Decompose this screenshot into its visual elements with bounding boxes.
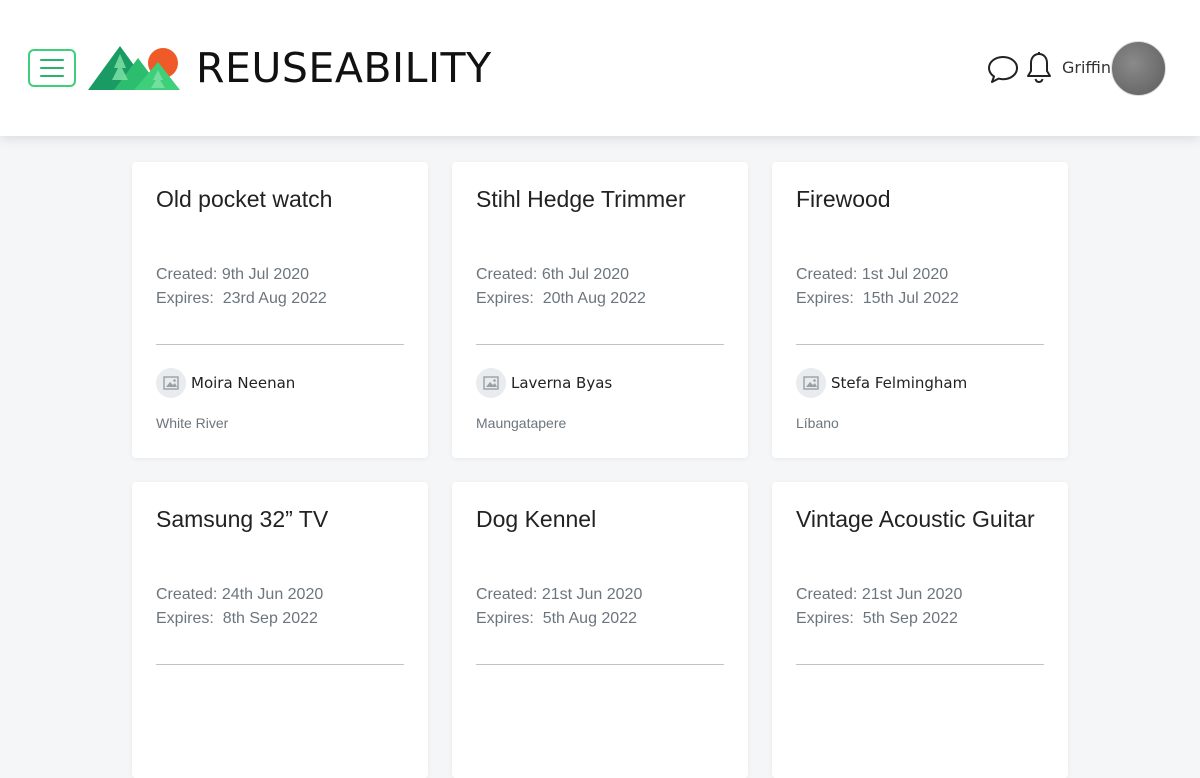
- brand-name[interactable]: REUSEABILITY: [196, 44, 492, 92]
- user-name[interactable]: Griffin: [1062, 58, 1111, 78]
- expiry-date: 5th Aug 2022: [542, 610, 637, 627]
- expiry-date: 8th Sep 2022: [222, 610, 318, 627]
- menu-icon-bar: [40, 75, 64, 77]
- listing-dates: Created: 6th Jul 2020 Expires: 20th Aug …: [476, 266, 646, 307]
- card-divider: [796, 344, 1044, 345]
- user-avatar[interactable]: [1111, 41, 1166, 96]
- seller-name: Laverna Byas: [511, 374, 613, 392]
- listing-card[interactable]: Vintage Acoustic Guitar Created: 21st Ju…: [772, 482, 1068, 778]
- card-divider: [156, 664, 404, 665]
- listing-card[interactable]: Old pocket watch Created: 9th Jul 2020 E…: [132, 162, 428, 458]
- listing-title[interactable]: Samsung 32” TV: [156, 505, 406, 533]
- created-date: 9th Jul 2020: [221, 266, 310, 283]
- seller-info[interactable]: Moira Neenan: [156, 368, 295, 398]
- listing-title[interactable]: Vintage Acoustic Guitar: [796, 505, 1046, 533]
- expiry-date: 23rd Aug 2022: [222, 290, 327, 307]
- listing-title[interactable]: Dog Kennel: [476, 505, 726, 533]
- created-date: 21st Jun 2020: [541, 586, 643, 603]
- seller-image-placeholder-icon: [796, 368, 826, 398]
- menu-icon-bar: [40, 67, 64, 69]
- listings-grid: Old pocket watch Created: 9th Jul 2020 E…: [132, 162, 1068, 778]
- expiry-date: 5th Sep 2022: [862, 610, 958, 627]
- card-divider: [796, 664, 1044, 665]
- seller-info[interactable]: Laverna Byas: [476, 368, 612, 398]
- listing-title[interactable]: Stihl Hedge Trimmer: [476, 185, 726, 213]
- listing-card[interactable]: Stihl Hedge Trimmer Created: 6th Jul 202…: [452, 162, 748, 458]
- created-date: 1st Jul 2020: [861, 266, 949, 283]
- listing-title[interactable]: Old pocket watch: [156, 185, 406, 213]
- listing-dates: Created: 21st Jun 2020 Expires: 5th Aug …: [476, 586, 643, 627]
- listing-location: White River: [156, 415, 229, 431]
- card-divider: [476, 344, 724, 345]
- expiry-date: 20th Aug 2022: [542, 290, 646, 307]
- listing-dates: Created: 1st Jul 2020 Expires: 15th Jul …: [796, 266, 959, 307]
- card-divider: [476, 664, 724, 665]
- created-date: 21st Jun 2020: [861, 586, 963, 603]
- menu-toggle-button[interactable]: [28, 49, 76, 87]
- created-date: 6th Jul 2020: [541, 266, 630, 283]
- listing-dates: Created: 24th Jun 2020 Expires: 8th Sep …: [156, 586, 324, 627]
- card-divider: [156, 344, 404, 345]
- listing-dates: Created: 21st Jun 2020 Expires: 5th Sep …: [796, 586, 963, 627]
- listing-card[interactable]: Firewood Created: 1st Jul 2020 Expires: …: [772, 162, 1068, 458]
- listing-title[interactable]: Firewood: [796, 185, 1046, 213]
- logo-mountains-icon[interactable]: [88, 44, 182, 92]
- expiry-date: 15th Jul 2022: [862, 290, 959, 307]
- seller-name: Stefa Felmingham: [831, 374, 968, 392]
- top-navbar: REUSEABILITY Griffin: [0, 0, 1200, 136]
- created-date: 24th Jun 2020: [221, 586, 324, 603]
- seller-name: Moira Neenan: [191, 374, 296, 392]
- bell-icon[interactable]: [1025, 51, 1053, 84]
- listing-card[interactable]: Dog Kennel Created: 21st Jun 2020 Expire…: [452, 482, 748, 778]
- seller-image-placeholder-icon: [156, 368, 186, 398]
- chat-bubble-icon[interactable]: [987, 54, 1019, 84]
- listing-card[interactable]: Samsung 32” TV Created: 24th Jun 2020 Ex…: [132, 482, 428, 778]
- listing-dates: Created: 9th Jul 2020 Expires: 23rd Aug …: [156, 266, 327, 307]
- menu-icon-bar: [40, 59, 64, 61]
- listing-location: Maungatapere: [476, 415, 567, 431]
- listing-location: Líbano: [796, 415, 839, 431]
- seller-image-placeholder-icon: [476, 368, 506, 398]
- seller-info[interactable]: Stefa Felmingham: [796, 368, 967, 398]
